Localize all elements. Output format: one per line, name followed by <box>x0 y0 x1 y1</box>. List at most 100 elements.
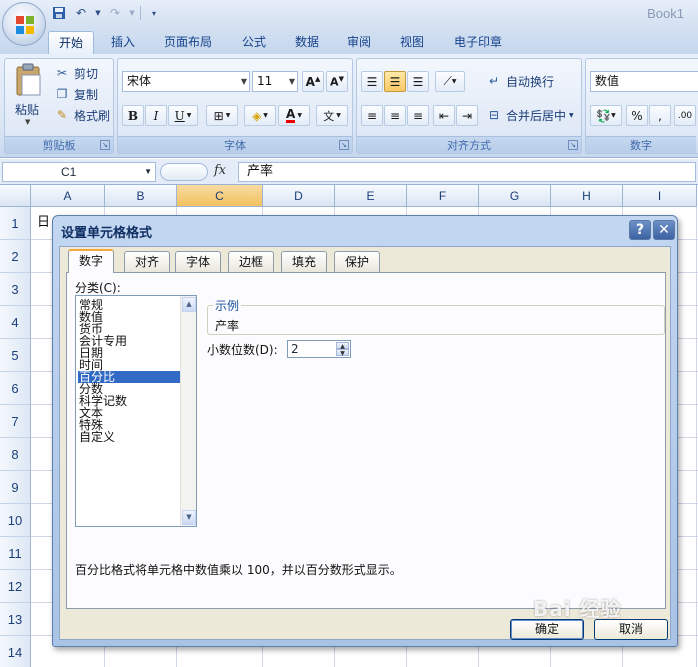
wrap-text-button[interactable]: ↵ 自动换行 <box>485 71 554 91</box>
align-left-button[interactable]: ≡ <box>361 105 383 126</box>
row-header-12[interactable]: 12 <box>0 570 31 603</box>
spinner-buttons[interactable]: ▲ ▼ <box>336 342 349 357</box>
cancel-button[interactable]: 取消 <box>594 619 668 640</box>
shrink-font-button[interactable]: A▼ <box>326 71 348 92</box>
category-list[interactable]: ▲ ▼ 常规 数值 货币 会计专用 日期 时间 百分比 分数 科学记数 文本 特殊 自定义 <box>75 295 197 527</box>
tab-formulas[interactable]: 公式 <box>232 31 276 54</box>
increase-decimal-button[interactable]: .00 <box>674 105 696 126</box>
row-header-5[interactable]: 5 <box>0 339 31 372</box>
tab-font[interactable]: 字体 <box>175 251 222 272</box>
italic-button[interactable]: I <box>145 105 167 126</box>
undo-icon[interactable]: ↶ <box>72 4 90 22</box>
tab-alignment[interactable]: 对齐 <box>124 251 171 272</box>
orientation-button[interactable]: ⟋ ▼ <box>435 71 465 92</box>
borders-button[interactable]: ⊞ ▼ <box>206 105 238 126</box>
row-header-13[interactable]: 13 <box>0 603 31 636</box>
row-header-8[interactable]: 8 <box>0 438 31 471</box>
row-header-10[interactable]: 10 <box>0 504 31 537</box>
help-button[interactable]: ? <box>629 220 651 240</box>
merge-center-button[interactable]: ⊟ 合并后居中 ▼ <box>485 105 574 125</box>
insert-function-icon[interactable]: fx <box>214 163 226 178</box>
clipboard-launcher-icon[interactable]: ↘ <box>100 140 110 150</box>
tab-fill[interactable]: 填充 <box>281 251 328 272</box>
spin-down-icon[interactable]: ▼ <box>336 349 349 357</box>
accounting-format-button[interactable]: 💱 ▼ <box>590 105 622 126</box>
row-header-1[interactable]: 1 <box>0 207 31 240</box>
font-name-combo[interactable]: 宋体 ▼ <box>122 71 250 92</box>
number-format-combo[interactable]: 数值 <box>590 71 698 92</box>
phonetic-icon: 文 <box>323 109 335 123</box>
cut-button[interactable]: ✂ 剪切 <box>53 63 98 83</box>
row-header-4[interactable]: 4 <box>0 306 31 339</box>
redo-icon[interactable]: ↷ <box>106 4 124 22</box>
column-header-i[interactable]: I <box>623 185 697 207</box>
chevron-down-icon: ▼ <box>611 112 616 119</box>
row-header-7[interactable]: 7 <box>0 405 31 438</box>
row-header-6[interactable]: 6 <box>0 372 31 405</box>
select-all-corner[interactable] <box>0 185 31 207</box>
decrease-indent-button[interactable]: ⇤ <box>433 105 455 126</box>
category-scrollbar[interactable]: ▲ ▼ <box>180 296 196 526</box>
column-header-g[interactable]: G <box>479 185 551 207</box>
close-button[interactable]: ✕ <box>653 220 675 240</box>
tab-insert[interactable]: 插入 <box>101 31 145 54</box>
paste-dropdown-icon[interactable]: ▼ <box>25 118 30 126</box>
percent-style-button[interactable]: % <box>626 105 648 126</box>
column-header-f[interactable]: F <box>407 185 479 207</box>
align-right-button[interactable]: ≡ <box>407 105 429 126</box>
row-header-2[interactable]: 2 <box>0 240 31 273</box>
bold-button[interactable]: B <box>122 105 144 126</box>
customize-qat-icon[interactable]: ▾ <box>145 4 163 22</box>
align-center-button[interactable]: ≡ <box>384 105 406 126</box>
cell-a1[interactable]: 日 <box>37 211 50 230</box>
paste-button[interactable]: 粘贴 ▼ <box>9 63 49 131</box>
font-color-button[interactable]: A ▼ <box>278 105 310 126</box>
column-header-h[interactable]: H <box>551 185 623 207</box>
tab-view[interactable]: 视图 <box>390 31 434 54</box>
comma-style-button[interactable]: , <box>649 105 671 126</box>
name-box[interactable]: C1 ▼ <box>2 162 156 182</box>
ok-button[interactable]: 确定 <box>510 619 584 640</box>
row-header-3[interactable]: 3 <box>0 273 31 306</box>
row-header-11[interactable]: 11 <box>0 537 31 570</box>
format-painter-button[interactable]: ✎ 格式刷 <box>53 105 110 125</box>
redo-dropdown-icon[interactable]: ▼ <box>128 4 136 22</box>
font-launcher-icon[interactable]: ↘ <box>339 140 349 150</box>
formula-input[interactable]: 产率 <box>238 162 696 182</box>
phonetic-button[interactable]: 文 ▼ <box>316 105 348 126</box>
tab-data[interactable]: 数据 <box>285 31 329 54</box>
scroll-down-icon[interactable]: ▼ <box>182 510 196 525</box>
fill-color-button[interactable]: ◈ ▼ <box>244 105 276 126</box>
category-item[interactable]: 自定义 <box>78 431 180 443</box>
underline-button[interactable]: U ▼ <box>168 105 198 126</box>
undo-dropdown-icon[interactable]: ▼ <box>94 4 102 22</box>
save-icon[interactable] <box>50 4 68 22</box>
alignment-launcher-icon[interactable]: ↘ <box>568 140 578 150</box>
column-header-d[interactable]: D <box>263 185 335 207</box>
tab-e-seal[interactable]: 电子印章 <box>444 31 512 54</box>
office-button[interactable] <box>2 2 46 46</box>
grow-font-button[interactable]: A▲ <box>302 71 324 92</box>
align-bottom-button[interactable]: ☰ <box>407 71 429 92</box>
column-header-a[interactable]: A <box>31 185 105 207</box>
decimal-places-spinner[interactable]: 2 ▲ ▼ <box>287 340 351 358</box>
tab-home[interactable]: 开始 <box>48 31 95 54</box>
row-header-9[interactable]: 9 <box>0 471 31 504</box>
column-header-e[interactable]: E <box>335 185 407 207</box>
align-middle-button[interactable]: ☰ <box>384 71 406 92</box>
tab-protection[interactable]: 保护 <box>334 251 381 272</box>
scroll-up-icon[interactable]: ▲ <box>182 297 196 312</box>
tab-number[interactable]: 数字 <box>68 249 115 273</box>
increase-indent-button[interactable]: ⇥ <box>456 105 478 126</box>
tab-page-layout[interactable]: 页面布局 <box>154 31 222 54</box>
row-header-14[interactable]: 14 <box>0 636 31 667</box>
align-top-button[interactable]: ☰ <box>361 71 383 92</box>
tab-border[interactable]: 边框 <box>228 251 275 272</box>
tab-review[interactable]: 审阅 <box>337 31 381 54</box>
paintbrush-icon: ✎ <box>56 108 68 122</box>
font-size-combo[interactable]: 11 ▼ <box>252 71 298 92</box>
column-header-b[interactable]: B <box>105 185 177 207</box>
column-header-c[interactable]: C <box>177 185 263 207</box>
spin-up-icon[interactable]: ▲ <box>336 342 349 350</box>
copy-button[interactable]: ❐ 复制 <box>53 84 98 104</box>
